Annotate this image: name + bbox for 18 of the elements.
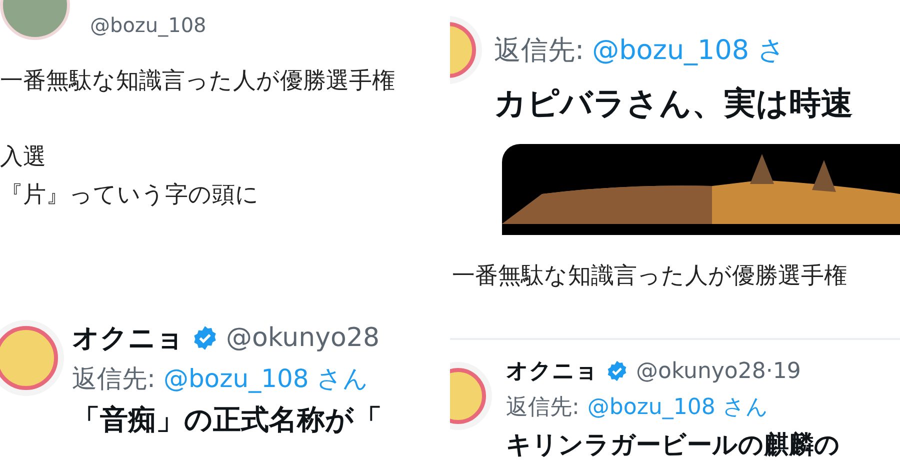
user-handle: @okunyo28 (226, 323, 380, 353)
display-name: オクニョ (72, 322, 184, 356)
tweet-text-line: 『片』っていう字の頭に (0, 181, 260, 210)
tweet-text: カピバラさん、実は時速 (494, 83, 853, 124)
reply-label: 返信先: (72, 363, 156, 395)
tweet-text-line: 入選 (0, 143, 47, 172)
reply-to-link[interactable]: @bozu_108 さん (587, 392, 768, 422)
tweet-text-line: 一番無駄な知識言った人が優勝選手権 (0, 67, 396, 96)
reply-label: 返信先: (494, 34, 584, 68)
tweet-text: キリンラガービールの麒麟の (506, 429, 840, 461)
reply-to-link[interactable]: @bozu_108 さん (163, 362, 369, 395)
tweet-text-line: 一番無駄な知識言った人が優勝選手権 (452, 262, 848, 291)
display-name: オクニョ (506, 358, 598, 386)
user-handle: @okunyo28·19 (636, 358, 801, 384)
tweet-text: 「音痴」の正式名称が「 (72, 402, 382, 438)
reply-to-link[interactable]: @bozu_108 さ (592, 32, 786, 68)
user-handle: @bozu_108 (90, 13, 206, 37)
reply-label: 返信先: (506, 394, 580, 422)
